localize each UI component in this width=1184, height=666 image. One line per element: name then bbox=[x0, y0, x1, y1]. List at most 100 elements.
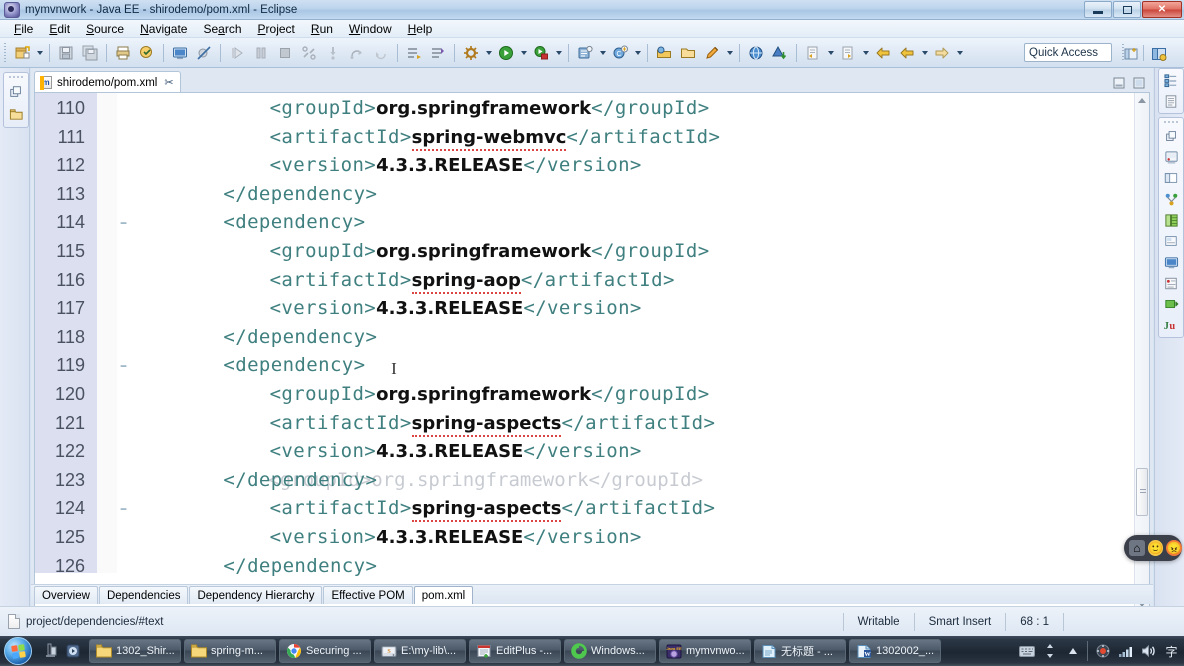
new-class-dropdown-icon[interactable] bbox=[632, 42, 643, 64]
code-text[interactable]: <groupId>org.springframework</groupId> bbox=[131, 380, 710, 410]
next-edit-dropdown-icon[interactable] bbox=[860, 42, 871, 64]
new-java-project-dropdown-icon[interactable] bbox=[597, 42, 608, 64]
code-line[interactable]: 123 <groupId>org.springframework</groupI… bbox=[35, 466, 1134, 495]
close-button[interactable]: ✕ bbox=[1142, 1, 1182, 18]
new-java-project-icon[interactable] bbox=[574, 42, 596, 64]
drag-dots[interactable] bbox=[8, 75, 24, 79]
quick-access-input[interactable]: Quick Access bbox=[1024, 43, 1112, 62]
code-text[interactable]: <dependency> bbox=[131, 351, 365, 380]
taskbar-item[interactable]: Securing ... bbox=[279, 639, 371, 663]
code-text[interactable]: <version>4.3.3.RELEASE</version> bbox=[131, 523, 642, 553]
code-line[interactable]: 113 </dependency> bbox=[35, 180, 1134, 209]
taskbar-item[interactable]: 1302_Shir... bbox=[89, 639, 181, 663]
previous-edit-dropdown-icon[interactable] bbox=[825, 42, 836, 64]
step-return-icon[interactable] bbox=[370, 42, 392, 64]
vertical-scrollbar-thumb[interactable] bbox=[1136, 468, 1148, 516]
menu-item-run[interactable]: Run bbox=[303, 21, 341, 37]
code-line[interactable]: 110 <groupId>org.springframework</groupId… bbox=[35, 94, 1134, 123]
taskbar-item[interactable]: Java EE mymvnwo... bbox=[659, 639, 751, 663]
progress-icon[interactable] bbox=[1162, 295, 1180, 313]
code-line[interactable]: 112 <version>4.3.3.RELEASE</version> bbox=[35, 151, 1134, 180]
terminate-icon[interactable] bbox=[274, 42, 296, 64]
menu-item-window[interactable]: Window bbox=[341, 21, 400, 37]
step-into-icon[interactable] bbox=[322, 42, 344, 64]
scroll-up-icon[interactable] bbox=[1135, 93, 1149, 107]
print-icon[interactable] bbox=[112, 42, 134, 64]
network-icon[interactable] bbox=[1117, 643, 1134, 660]
home-icon[interactable]: ⌂ bbox=[1129, 540, 1145, 556]
code-text[interactable]: <artifactId>spring-webmvc</artifactId> bbox=[131, 123, 720, 153]
restore-button[interactable] bbox=[1113, 1, 1141, 18]
code-text[interactable]: <version>4.3.3.RELEASE</version> bbox=[131, 294, 642, 324]
code-line[interactable]: 120 <groupId>org.springframework</groupId… bbox=[35, 380, 1134, 409]
open-task-icon[interactable] bbox=[701, 42, 723, 64]
code-text[interactable]: <groupId>org.springframework</groupId> bbox=[131, 94, 710, 124]
form-tab-effective-pom[interactable]: Effective POM bbox=[323, 585, 413, 604]
previous-edit-icon[interactable] bbox=[802, 42, 824, 64]
code-line[interactable]: 122 <version>4.3.3.RELEASE</version> bbox=[35, 437, 1134, 466]
run-configuration-dropdown-icon[interactable] bbox=[483, 42, 494, 64]
editor-tab-pom-xml[interactable]: m shirodemo/pom.xml ✂ bbox=[34, 71, 181, 93]
open-perspective-icon[interactable] bbox=[1120, 43, 1142, 64]
maximize-editor-icon[interactable] bbox=[1132, 76, 1146, 90]
code-text[interactable]: <version>4.3.3.RELEASE</version> bbox=[131, 437, 642, 467]
code-line[interactable]: 116 <artifactId>spring-aop</artifactId> bbox=[35, 266, 1134, 295]
open-type-icon[interactable] bbox=[653, 42, 675, 64]
code-line[interactable]: 124− <artifactId>spring-aspects</artifact… bbox=[35, 494, 1134, 523]
properties-icon[interactable] bbox=[1162, 169, 1180, 187]
form-tab-dependency-hierarchy[interactable]: Dependency Hierarchy bbox=[189, 585, 323, 604]
code-text[interactable]: <version>4.3.3.RELEASE</version> bbox=[131, 151, 642, 181]
taskbar-item[interactable]: W 1302002_... bbox=[849, 639, 941, 663]
console-icon[interactable] bbox=[1162, 253, 1180, 271]
menu-item-project[interactable]: Project bbox=[250, 21, 303, 37]
fold-toggle-icon[interactable]: − bbox=[120, 360, 127, 372]
open-task-dropdown-icon[interactable] bbox=[724, 42, 735, 64]
start-button[interactable] bbox=[4, 637, 32, 665]
next-edit-icon[interactable] bbox=[837, 42, 859, 64]
form-tab-dependencies[interactable]: Dependencies bbox=[98, 585, 189, 604]
resume-icon[interactable] bbox=[226, 42, 248, 64]
code-lines[interactable]: 110 <groupId>org.springframework</groupId… bbox=[35, 93, 1134, 580]
validate-icon[interactable] bbox=[136, 42, 158, 64]
taskbar-item[interactable]: Windows... bbox=[564, 639, 656, 663]
code-text[interactable]: <dependency> bbox=[131, 208, 365, 237]
taskbar-item[interactable]: 无标题 - ... bbox=[754, 639, 846, 663]
taskbar-item[interactable]: S E:\my-lib\... bbox=[374, 639, 466, 663]
forward-dropdown-icon[interactable] bbox=[954, 42, 965, 64]
code-text[interactable]: <artifactId>spring-aspects</artifactId> bbox=[131, 494, 715, 524]
form-tab-pom-xml[interactable]: pom.xml bbox=[413, 585, 474, 604]
code-line[interactable]: 119− <dependency> I bbox=[35, 351, 1134, 380]
restore-icon[interactable] bbox=[1162, 127, 1180, 145]
outline-icon[interactable] bbox=[1162, 71, 1180, 89]
java-ee-perspective-icon[interactable] bbox=[1148, 43, 1170, 64]
open-folder-icon[interactable] bbox=[677, 42, 699, 64]
code-line[interactable]: 125 <version>4.3.3.RELEASE</version> bbox=[35, 523, 1134, 552]
triangle-up-icon[interactable] bbox=[1064, 643, 1081, 660]
run-icon[interactable] bbox=[495, 42, 517, 64]
code-line[interactable]: 114 − <dependency> bbox=[35, 208, 1134, 237]
deploy-icon[interactable] bbox=[769, 42, 791, 64]
new-wizard-icon[interactable] bbox=[11, 42, 33, 64]
code-text[interactable]: <groupId>org.springframework</groupId> bbox=[131, 237, 710, 267]
junit-icon[interactable]: Ju bbox=[1162, 316, 1180, 334]
keyboard-icon[interactable] bbox=[1018, 643, 1035, 660]
taskbar-item[interactable]: spring-m... bbox=[184, 639, 276, 663]
forward-icon[interactable] bbox=[931, 42, 953, 64]
drag-dots[interactable] bbox=[1163, 120, 1179, 124]
form-tab-overview[interactable]: Overview bbox=[34, 585, 98, 604]
vertical-scrollbar[interactable] bbox=[1134, 93, 1149, 611]
code-line[interactable]: 118 </dependency> bbox=[35, 323, 1134, 352]
minimize-button[interactable] bbox=[1084, 1, 1112, 18]
code-text[interactable]: </dependency> bbox=[131, 552, 377, 581]
code-text[interactable]: </dependency> bbox=[131, 180, 377, 209]
snippets-icon[interactable] bbox=[1162, 190, 1180, 208]
source-editor[interactable]: 110 <groupId>org.springframework</groupId… bbox=[34, 92, 1150, 638]
fold-toggle-icon[interactable]: − bbox=[120, 503, 127, 515]
project-explorer-icon[interactable] bbox=[7, 105, 25, 123]
disconnect-icon[interactable] bbox=[298, 42, 320, 64]
menu-item-edit[interactable]: Edit bbox=[41, 21, 78, 37]
restore-icon[interactable] bbox=[7, 83, 25, 101]
back-dropdown-icon[interactable] bbox=[919, 42, 930, 64]
code-line[interactable]: 117 <version>4.3.3.RELEASE</version> bbox=[35, 294, 1134, 323]
code-text[interactable]: <artifactId>spring-aspects</artifactId> bbox=[131, 409, 715, 439]
